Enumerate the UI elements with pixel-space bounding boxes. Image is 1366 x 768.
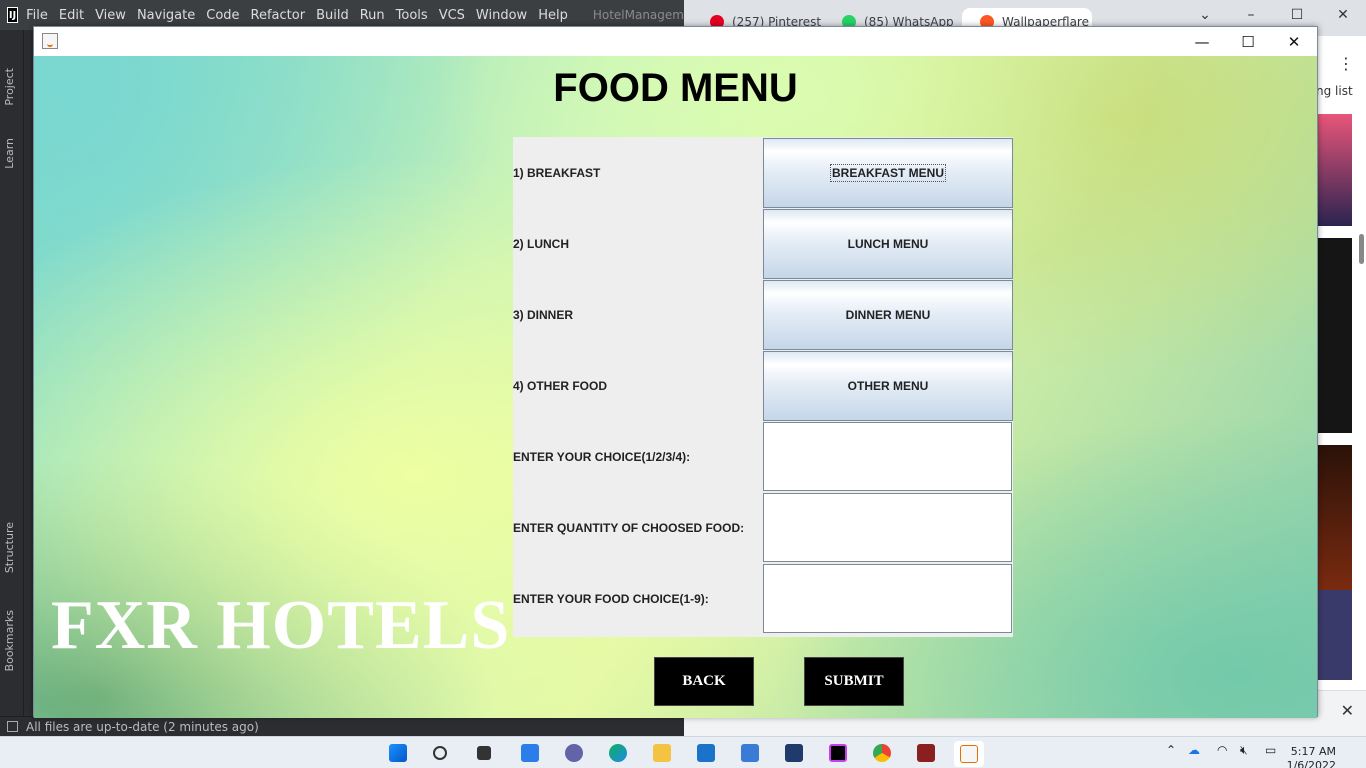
- store-icon[interactable]: [741, 744, 759, 762]
- other-food-label: 4) OTHER FOOD: [513, 378, 608, 393]
- chat-icon[interactable]: [565, 744, 583, 762]
- menu-code[interactable]: Code: [206, 8, 239, 23]
- clock[interactable]: 5:17 AM 1/6/2022: [1287, 745, 1336, 768]
- breakfast-menu-button-label: BREAKFAST MENU: [829, 164, 946, 182]
- food-choice-input[interactable]: [763, 564, 1012, 633]
- quantity-row: ENTER QUANTITY OF CHOOSED FOOD:: [513, 492, 1013, 563]
- close-icon[interactable]: ✕: [1320, 0, 1366, 30]
- java-icon: [42, 33, 58, 49]
- battery-icon[interactable]: ▭: [1265, 743, 1276, 757]
- scrollbar[interactable]: [1359, 234, 1364, 264]
- hotel-name: FXR HOTELS: [51, 587, 511, 664]
- lunch-menu-button[interactable]: LUNCH MENU: [763, 209, 1013, 279]
- clock-time: 5:17 AM: [1290, 745, 1336, 758]
- start-icon[interactable]: [389, 744, 407, 762]
- lunch-label: 2) LUNCH: [513, 236, 569, 251]
- intellij-logo-icon: IJ: [7, 7, 19, 23]
- quantity-label: ENTER QUANTITY OF CHOOSED FOOD:: [513, 520, 745, 535]
- chrome-icon[interactable]: [873, 744, 891, 762]
- app-window-controls: — ☐ ✕: [1179, 27, 1317, 56]
- menu-navigate[interactable]: Navigate: [137, 8, 195, 23]
- dinner-label: 3) DINNER: [513, 307, 574, 322]
- menu-file[interactable]: File: [26, 8, 48, 23]
- submit-button[interactable]: SUBMIT: [804, 657, 904, 706]
- lunch-menu-button-label: LUNCH MENU: [847, 237, 929, 251]
- other-menu-button[interactable]: OTHER MENU: [763, 351, 1013, 421]
- food-choice-label: ENTER YOUR FOOD CHOICE(1-9):: [513, 591, 709, 606]
- back-button[interactable]: BACK: [654, 657, 754, 706]
- bookmarks-tab[interactable]: Bookmarks: [3, 610, 16, 671]
- wallpaper-thumbnail[interactable]: [1316, 114, 1352, 226]
- ide-statusbar: All files are up-to-date (2 minutes ago): [0, 716, 684, 736]
- reading-list-label[interactable]: ng list: [1316, 84, 1353, 98]
- menu-tools[interactable]: Tools: [396, 8, 428, 23]
- food-choice-row: ENTER YOUR FOOD CHOICE(1-9):: [513, 563, 1013, 634]
- java-taskbar-item[interactable]: [954, 741, 984, 767]
- widgets-icon[interactable]: [521, 744, 539, 762]
- menu-help[interactable]: Help: [538, 8, 568, 23]
- breakfast-label: 1) BREAKFAST: [513, 165, 601, 180]
- more-options-icon[interactable]: ⋮: [1338, 54, 1354, 73]
- food-menu-window: — ☐ ✕ FOOD MENU 1) BREAKFAST BREAKFAST M…: [33, 26, 1318, 718]
- menu-vcs[interactable]: VCS: [439, 8, 465, 23]
- menu-row-dinner: 3) DINNER DINNER MENU: [513, 279, 1013, 350]
- dinner-menu-button[interactable]: DINNER MENU: [763, 280, 1013, 350]
- breakfast-menu-button[interactable]: BREAKFAST MENU: [763, 138, 1013, 208]
- java-icon: [960, 745, 978, 763]
- wallpaper-thumbnail[interactable]: [1316, 445, 1352, 590]
- learn-tab[interactable]: Learn: [3, 138, 16, 169]
- ide-tool-strip: Project Learn Structure Bookmarks: [0, 30, 24, 718]
- menu-view[interactable]: View: [95, 8, 126, 23]
- edge-icon[interactable]: [609, 744, 627, 762]
- volume-muted-icon[interactable]: 🔇︎: [1240, 743, 1248, 758]
- project-tab[interactable]: Project: [3, 68, 16, 106]
- other-menu-button-label: OTHER MENU: [847, 379, 929, 393]
- wifi-icon[interactable]: ◠: [1217, 743, 1227, 757]
- food-menu-panel: 1) BREAKFAST BREAKFAST MENU 2) LUNCH LUN…: [513, 137, 1013, 637]
- calendar-app-icon[interactable]: [785, 744, 803, 762]
- menu-window[interactable]: Window: [476, 8, 527, 23]
- file-explorer-icon[interactable]: [653, 744, 671, 762]
- page-title: FOOD MENU: [553, 66, 798, 110]
- app-icon[interactable]: [917, 744, 935, 762]
- menu-edit[interactable]: Edit: [59, 8, 84, 23]
- mail-icon[interactable]: [697, 744, 715, 762]
- maximize-icon[interactable]: ☐: [1225, 27, 1271, 56]
- taskbar: ⌃ ☁ ◠ 🔇︎ ▭ 5:17 AM 1/6/2022: [0, 736, 1366, 768]
- menu-row-other: 4) OTHER FOOD OTHER MENU: [513, 350, 1013, 421]
- quantity-input[interactable]: [763, 493, 1012, 562]
- choice-row: ENTER YOUR CHOICE(1/2/3/4):: [513, 421, 1013, 492]
- task-view-icon[interactable]: [477, 746, 491, 760]
- close-icon[interactable]: ✕: [1341, 701, 1354, 720]
- search-icon[interactable]: [433, 746, 447, 760]
- wallpaper-thumbnail[interactable]: [1316, 590, 1352, 680]
- menu-row-breakfast: 1) BREAKFAST BREAKFAST MENU: [513, 137, 1013, 208]
- onedrive-cloud-icon[interactable]: ☁: [1188, 743, 1200, 757]
- app-titlebar: — ☐ ✕: [34, 27, 1317, 56]
- intellij-taskbar-icon[interactable]: [829, 744, 847, 762]
- dinner-menu-button-label: DINNER MENU: [845, 308, 931, 322]
- menu-run[interactable]: Run: [360, 8, 385, 23]
- app-content: FOOD MENU 1) BREAKFAST BREAKFAST MENU 2)…: [34, 56, 1317, 718]
- close-icon[interactable]: ✕: [1271, 27, 1317, 56]
- menu-row-lunch: 2) LUNCH LUNCH MENU: [513, 208, 1013, 279]
- wallpaper-thumbnail[interactable]: [1316, 238, 1352, 433]
- menu-refactor[interactable]: Refactor: [251, 8, 306, 23]
- clock-date: 1/6/2022: [1286, 759, 1336, 768]
- choice-input[interactable]: [763, 422, 1012, 491]
- ide-project-title: HotelManagementSystem: [592, 8, 684, 22]
- choice-label: ENTER YOUR CHOICE(1/2/3/4):: [513, 449, 691, 464]
- structure-tab[interactable]: Structure: [3, 522, 16, 573]
- browser-content-edge: ⋮ ng list: [1316, 54, 1366, 736]
- chevron-up-icon[interactable]: ⌃: [1166, 743, 1176, 757]
- ide-status-text: All files are up-to-date (2 minutes ago): [26, 719, 259, 734]
- status-square-icon[interactable]: [7, 721, 18, 732]
- menu-build[interactable]: Build: [316, 8, 349, 23]
- ide-menu: File Edit View Navigate Code Refactor Bu…: [26, 8, 579, 23]
- minimize-icon[interactable]: —: [1179, 27, 1225, 56]
